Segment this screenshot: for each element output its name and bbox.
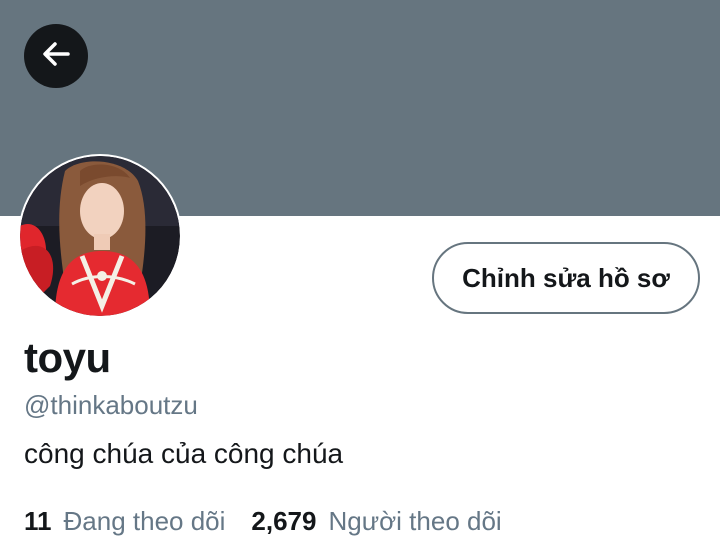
arrow-left-icon [38,36,74,77]
username-handle: @thinkaboutzu [24,390,198,420]
back-button[interactable] [24,24,88,88]
edit-profile-button[interactable]: Chỉnh sửa hồ sơ [432,242,700,314]
avatar-image [20,156,180,316]
display-name: toyu [24,334,111,381]
avatar[interactable] [18,154,182,318]
followers-stat[interactable]: 2,679 Người theo dõi [251,506,501,537]
followers-label: Người theo dõi [328,506,502,536]
profile-stats: 11 Đang theo dõi 2,679 Người theo dõi [24,506,502,537]
following-count: 11 [24,506,52,536]
followers-count: 2,679 [251,506,317,536]
following-label: Đang theo dõi [63,506,226,536]
following-stat[interactable]: 11 Đang theo dõi [24,506,225,537]
profile-bio: công chúa của công chúa [24,438,344,469]
